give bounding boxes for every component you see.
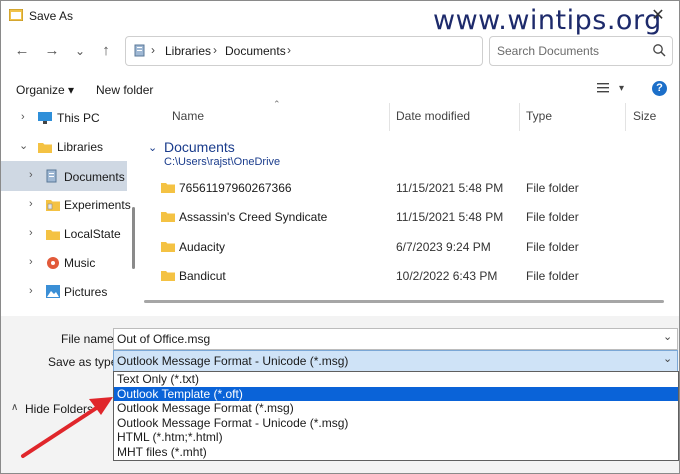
- breadcrumb-documents[interactable]: Documents: [225, 44, 286, 58]
- breadcrumb-libraries[interactable]: Libraries: [165, 44, 211, 58]
- folder-icon: [161, 242, 175, 252]
- file-date: 11/15/2021 5:48 PM: [396, 181, 504, 195]
- tree-label: Pictures: [64, 285, 108, 299]
- close-button[interactable]: ✕: [641, 5, 675, 27]
- column-header-size[interactable]: Size: [633, 109, 656, 123]
- file-name: Bandicut: [179, 269, 226, 283]
- type-option[interactable]: Outlook Message Format (*.msg): [114, 401, 678, 416]
- chevron-right-icon[interactable]: ›: [29, 227, 33, 239]
- chevron-right-icon[interactable]: ›: [21, 111, 25, 123]
- column-header-name[interactable]: Name: [172, 109, 204, 123]
- column-divider[interactable]: [389, 103, 390, 131]
- column-divider[interactable]: [519, 103, 520, 131]
- chevron-up-icon[interactable]: ∧: [11, 402, 18, 413]
- folder-icon: [161, 183, 175, 193]
- tree-item-libraries[interactable]: ⌄ Libraries: [1, 134, 127, 160]
- chevron-right-icon[interactable]: ›: [29, 198, 33, 210]
- chevron-right-icon[interactable]: ›: [29, 256, 33, 268]
- folder-icon: [46, 230, 60, 240]
- new-folder-button[interactable]: New folder: [96, 83, 153, 97]
- tree-item-experiments[interactable]: › Experiments: [1, 192, 131, 218]
- chevron-down-icon[interactable]: ⌄: [19, 139, 28, 152]
- tree-label: LocalState: [64, 227, 121, 241]
- chevron-right-icon[interactable]: ›: [29, 169, 33, 181]
- title-bar: Save As www.wintips.org ✕: [1, 1, 679, 36]
- folder-icon: [161, 212, 175, 222]
- tree-item-localstate[interactable]: › LocalState: [1, 221, 127, 247]
- folder-icon: [161, 271, 175, 281]
- file-date: 10/2/2022 6:43 PM: [396, 269, 498, 283]
- tree-label: Libraries: [57, 140, 104, 154]
- view-options-icon[interactable]: [597, 82, 611, 94]
- search-icon[interactable]: [652, 43, 666, 57]
- tree-label: Experiments: [64, 198, 131, 212]
- chevron-right-icon[interactable]: ›: [29, 285, 33, 297]
- documents-icon: [46, 169, 57, 183]
- tree-item-pictures[interactable]: › Pictures: [1, 279, 127, 305]
- monitor-icon: [38, 112, 52, 124]
- folder-lock-icon: [46, 200, 60, 211]
- forward-button[interactable]: →: [41, 41, 63, 61]
- type-option[interactable]: MHT files (*.mht): [114, 445, 678, 460]
- music-icon: [47, 257, 59, 269]
- search-placeholder: Search Documents: [497, 44, 600, 58]
- save-as-type-label: Save as type:: [48, 355, 121, 369]
- navigation-pane: › This PC ⌄ Libraries › Documents › Expe…: [1, 101, 141, 316]
- watermark-text: www.wintips.org: [433, 5, 662, 36]
- group-title: Documents: [164, 139, 235, 155]
- folder-icon: [38, 143, 52, 153]
- type-option[interactable]: Text Only (*.txt): [114, 372, 678, 387]
- chevron-down-icon[interactable]: ⌄: [663, 330, 672, 343]
- window-title: Save As: [29, 9, 74, 23]
- save-as-dialog: Save As www.wintips.org ✕ ← → ⌄ ↑ › Libr…: [0, 0, 680, 474]
- breadcrumb-separator: ›: [287, 43, 291, 57]
- file-name: 76561197960267366: [179, 181, 292, 195]
- save-as-icon: [9, 9, 23, 21]
- file-type: File folder: [526, 269, 579, 283]
- file-list-scrollbar[interactable]: [144, 300, 664, 303]
- file-date: 6/7/2023 9:24 PM: [396, 240, 491, 254]
- column-header-date[interactable]: Date modified: [396, 109, 470, 123]
- file-name-label: File name:: [61, 332, 118, 346]
- file-name: Audacity: [179, 240, 226, 254]
- up-button[interactable]: ↑: [95, 41, 117, 61]
- recent-locations-button[interactable]: ⌄: [69, 41, 91, 61]
- organize-button[interactable]: Organize ▾: [16, 83, 74, 97]
- tree-label: This PC: [57, 111, 100, 125]
- hide-folders-button[interactable]: Hide Folders: [25, 402, 93, 416]
- view-dropdown-button[interactable]: ▾: [619, 83, 624, 94]
- back-button[interactable]: ←: [11, 41, 33, 61]
- file-type: File folder: [526, 210, 579, 224]
- group-collapse-icon[interactable]: ⌄: [148, 141, 157, 154]
- type-option-highlighted[interactable]: Outlook Template (*.oft): [114, 386, 678, 402]
- file-name: Assassin's Creed Syndicate: [179, 210, 328, 224]
- file-date: 11/15/2021 5:48 PM: [396, 210, 504, 224]
- tree-label: Music: [64, 256, 96, 270]
- column-divider[interactable]: [625, 103, 626, 131]
- group-path: C:\Users\rajst\OneDrive: [164, 156, 281, 168]
- type-option[interactable]: HTML (*.htm;*.html): [114, 430, 678, 445]
- type-option[interactable]: Outlook Message Format - Unicode (*.msg): [114, 416, 678, 431]
- file-name-value: Out of Office.msg: [117, 332, 211, 346]
- library-icon: [134, 44, 145, 57]
- file-type: File folder: [526, 181, 579, 195]
- file-type: File folder: [526, 240, 579, 254]
- nav-pane-scrollbar[interactable]: [132, 207, 135, 269]
- tree-label: Documents: [64, 170, 125, 184]
- breadcrumb-separator: ›: [151, 43, 155, 57]
- tree-item-music[interactable]: › Music: [1, 250, 127, 276]
- sort-indicator-icon: ⌃: [273, 99, 281, 109]
- breadcrumb-separator: ›: [213, 43, 217, 57]
- chevron-down-icon[interactable]: ⌄: [663, 352, 672, 365]
- help-button[interactable]: ?: [652, 81, 667, 96]
- pictures-icon: [46, 285, 60, 298]
- tree-item-documents[interactable]: › Documents: [1, 161, 127, 191]
- tree-item-this-pc[interactable]: › This PC: [1, 105, 127, 131]
- column-header-type[interactable]: Type: [526, 109, 552, 123]
- save-as-type-value: Outlook Message Format - Unicode (*.msg): [117, 354, 349, 368]
